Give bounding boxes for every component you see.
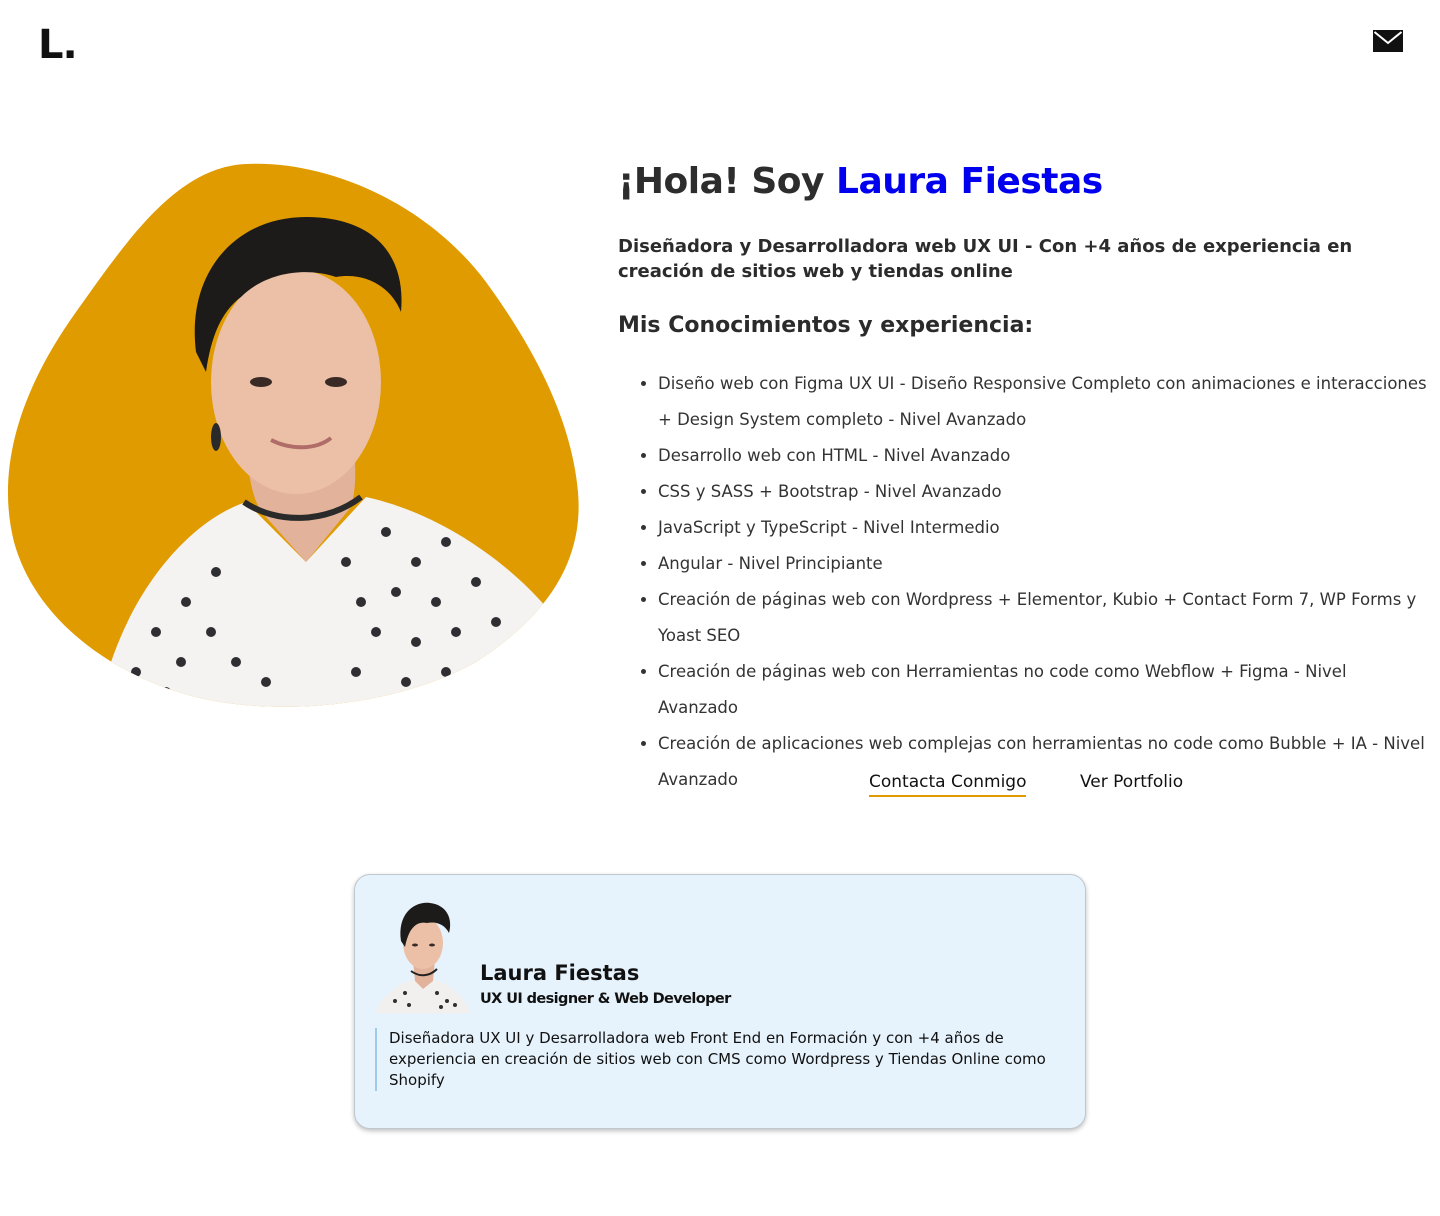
- greeting-name: Laura Fiestas: [836, 161, 1103, 202]
- skill-item: Desarrollo web con HTML - Nivel Avanzado: [658, 438, 1428, 474]
- skill-item: CSS y SASS + Bootstrap - Nivel Avanzado: [658, 474, 1428, 510]
- logo[interactable]: L.: [38, 22, 78, 68]
- skill-item: Diseño web con Figma UX UI - Diseño Resp…: [658, 366, 1428, 438]
- skill-item: Angular - Nivel Principiante: [658, 546, 1428, 582]
- envelope-icon[interactable]: [1373, 30, 1403, 52]
- hero-subtitle: Diseñadora y Desarrolladora web UX UI - …: [618, 236, 1353, 282]
- profile-photo: [7, 163, 579, 707]
- skill-item: JavaScript y TypeScript - Nivel Intermed…: [658, 510, 1428, 546]
- contact-link[interactable]: Contacta Conmigo: [869, 770, 1027, 797]
- skill-item: Creación de aplicaciones web complejas c…: [658, 726, 1428, 798]
- skill-item: Creación de páginas web con Wordpress + …: [658, 582, 1428, 654]
- skill-item: Creación de páginas web con Herramientas…: [658, 654, 1428, 726]
- page-title: ¡Hola! Soy Laura Fiestas: [618, 158, 1428, 206]
- card-name: Laura Fiestas: [480, 961, 640, 985]
- greeting-prefix: ¡Hola! Soy: [618, 161, 837, 202]
- skills-title: Mis Conocimientos y experiencia:: [618, 313, 1034, 338]
- card-bio: Diseñadora UX UI y Desarrolladora web Fr…: [375, 1028, 1065, 1091]
- portfolio-link[interactable]: Ver Portfolio: [1080, 770, 1183, 794]
- profile-card: Laura Fiestas UX UI designer & Web Devel…: [354, 874, 1086, 1129]
- avatar: [375, 902, 471, 1013]
- card-role: UX UI designer & Web Developer: [480, 991, 731, 1007]
- skills-list: Diseño web con Figma UX UI - Diseño Resp…: [618, 366, 1428, 798]
- hero-text: ¡Hola! Soy Laura Fiestas Diseñadora y De…: [618, 158, 1428, 798]
